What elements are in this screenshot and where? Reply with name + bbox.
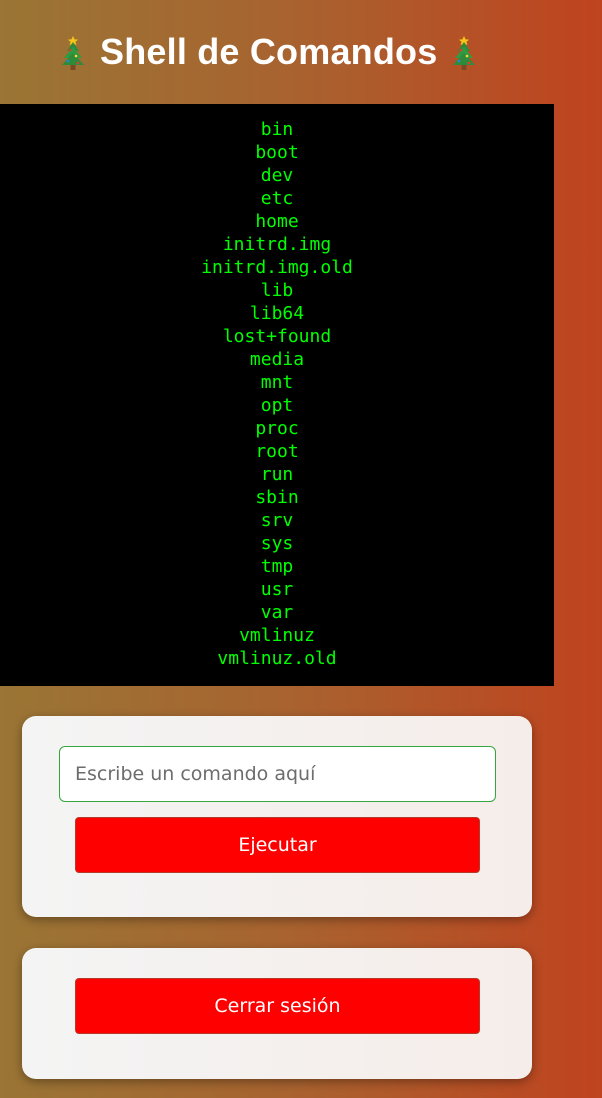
terminal-output: bin boot dev etc home initrd.img initrd.img.ol… [0,118,554,670]
terminal-line: opt [260,395,294,416]
terminal-line: vmlinuz [239,625,315,646]
terminal-line: sbin [255,487,299,508]
terminal-line: var [260,602,294,623]
terminal-line: lib [260,280,294,301]
logout-button[interactable]: Cerrar sesión [75,978,480,1034]
terminal-line: tmp [260,556,294,577]
terminal-line: srv [260,510,294,531]
christmas-tree-icon [58,32,88,72]
terminal-line: mnt [260,372,294,393]
terminal-line: initrd.img [222,234,332,255]
page-title: Shell de Comandos [100,31,438,72]
terminal-line: sys [260,533,294,554]
terminal-line: initrd.img.old [201,257,353,278]
command-input[interactable] [59,746,496,802]
page-header: Shell de Comandos [0,0,602,104]
terminal-line: boot [255,142,299,163]
terminal-line: lost+found [222,326,332,347]
logout-card: Cerrar sesión [22,948,532,1079]
terminal-line: proc [255,418,299,439]
terminal-line: lib64 [249,303,305,324]
terminal-line: bin [260,119,294,140]
terminal-line: dev [260,165,294,186]
christmas-tree-icon [449,32,479,72]
terminal-output-panel: bin boot dev etc home initrd.img initrd.img.ol… [0,104,554,686]
terminal-line: usr [260,579,294,600]
terminal-line: root [255,441,299,462]
execute-button[interactable]: Ejecutar [75,817,480,873]
terminal-line: vmlinuz.old [217,648,337,669]
command-card: Ejecutar [22,716,532,917]
terminal-line: run [260,464,294,485]
terminal-line: home [255,211,299,232]
terminal-line: media [249,349,305,370]
terminal-line: etc [260,188,294,209]
